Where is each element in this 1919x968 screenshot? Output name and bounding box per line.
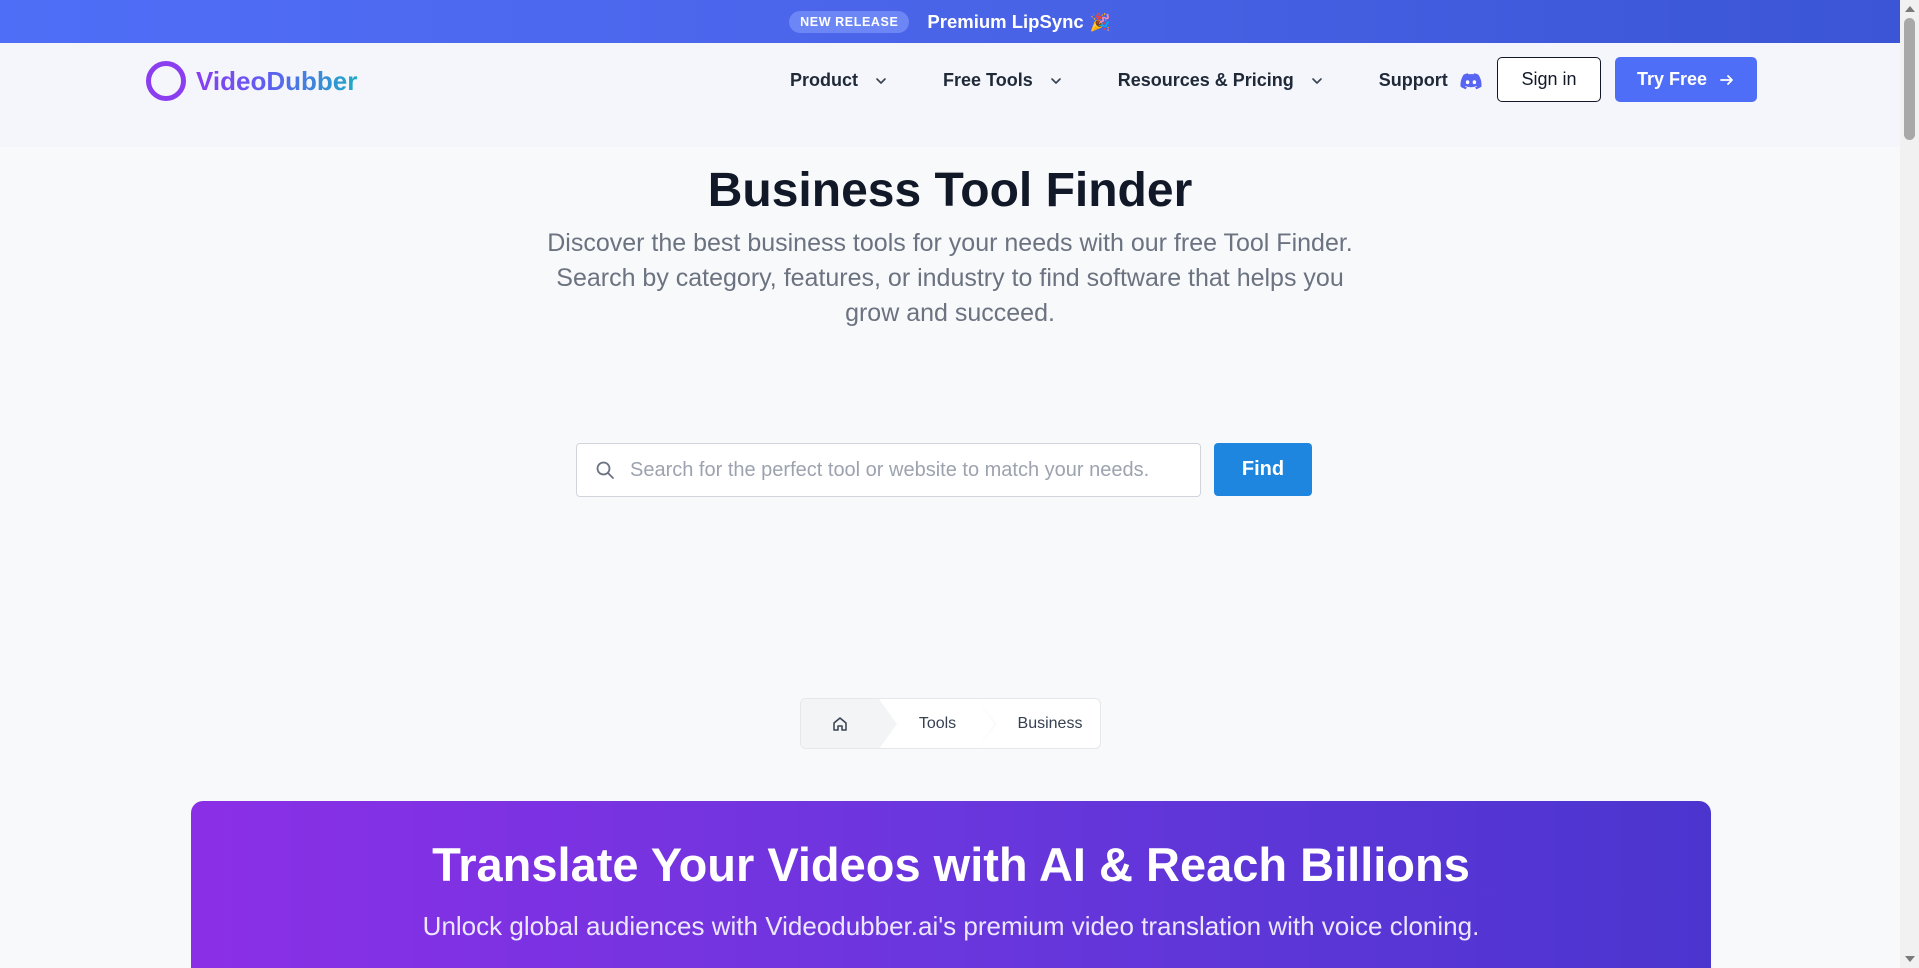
logo-text: VideoDubber	[196, 65, 358, 96]
announcement-link[interactable]: Premium LipSync 🎉	[927, 11, 1110, 33]
nav-item-product[interactable]: Product	[790, 70, 888, 91]
chevron-down-icon	[1311, 77, 1322, 84]
scroll-up-arrow-icon[interactable]	[1905, 6, 1915, 12]
chevron-down-icon	[876, 77, 886, 84]
logo-ring-icon	[146, 61, 186, 101]
page-subtitle: Discover the best business tools for you…	[547, 229, 1353, 327]
scrollbar-thumb[interactable]	[1904, 18, 1915, 140]
nav-item-free-tools[interactable]: Free Tools	[943, 70, 1063, 91]
breadcrumb-label: Business	[1017, 714, 1083, 732]
scroll-down-arrow-icon[interactable]	[1905, 956, 1915, 962]
announcement-bar[interactable]: NEW RELEASE Premium LipSync 🎉	[0, 0, 1900, 43]
discord-icon	[1460, 72, 1482, 89]
breadcrumb-item-business[interactable]: Business	[978, 699, 1100, 748]
search-box[interactable]	[576, 443, 1201, 497]
nav-item-label: Resources & Pricing	[1117, 70, 1294, 90]
promo-subtitle: Unlock global audiences with Videodubber…	[422, 911, 1480, 941]
breadcrumb-home[interactable]	[801, 699, 897, 748]
search-input[interactable]	[630, 444, 1200, 496]
nav-item-resources-pricing[interactable]: Resources & Pricing	[1118, 70, 1324, 91]
try-free-label: Try Free	[1636, 69, 1708, 89]
home-icon	[833, 716, 847, 731]
breadcrumb-label: Tools	[918, 714, 957, 732]
find-button[interactable]: Find	[1214, 443, 1312, 496]
breadcrumb: Tools Business	[800, 698, 1101, 749]
nav-item-support[interactable]: Support	[1379, 70, 1482, 91]
announcement-text: Premium LipSync	[927, 10, 1084, 32]
nav-item-label: Support	[1378, 70, 1448, 90]
sign-in-button[interactable]: Sign in	[1497, 57, 1601, 102]
promo-title: Translate Your Videos with AI & Reach Bi…	[432, 838, 1470, 891]
arrow-right-icon	[1720, 74, 1733, 85]
site-header: VideoDubber Product Free Tools Resources…	[0, 43, 1900, 147]
page-title: Business Tool Finder	[707, 164, 1193, 217]
party-emoji-icon: 🎉	[1089, 12, 1111, 32]
promo-banner: Translate Your Videos with AI & Reach Bi…	[191, 801, 1711, 968]
search-icon	[596, 461, 614, 479]
logo-link[interactable]: VideoDubber	[146, 61, 357, 101]
main-nav: Product Free Tools Resources & Pricing S…	[790, 70, 1482, 91]
new-release-badge: NEW RELEASE	[789, 10, 910, 33]
page-scrollbar[interactable]	[1900, 0, 1919, 968]
chevron-down-icon	[1050, 77, 1061, 84]
nav-item-label: Free Tools	[943, 70, 1033, 90]
try-free-button[interactable]: Try Free	[1615, 57, 1757, 102]
nav-item-label: Product	[790, 70, 859, 90]
